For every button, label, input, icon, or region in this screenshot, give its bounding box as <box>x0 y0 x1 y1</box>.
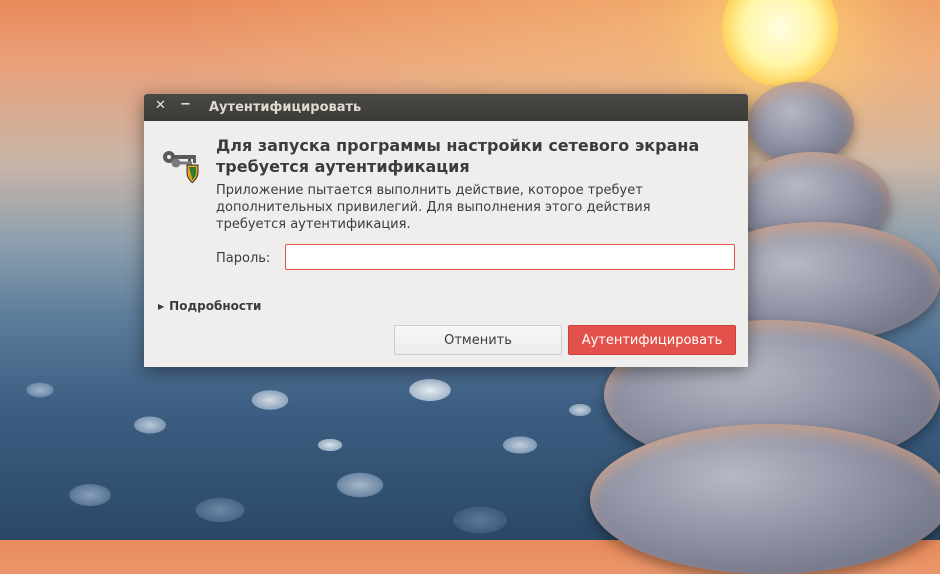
minimize-icon[interactable]: − <box>180 97 191 112</box>
stone-5 <box>590 424 940 574</box>
cancel-button[interactable]: Отменить <box>394 325 562 355</box>
dialog-message: Приложение пытается выполнить действие, … <box>216 183 651 232</box>
authenticate-button[interactable]: Аутентифицировать <box>568 325 736 355</box>
details-label: Подробности <box>169 299 262 313</box>
dialog-heading: Для запуска программы настройки сетевого… <box>216 136 700 176</box>
window-title: Аутентифицировать <box>209 100 362 115</box>
password-field[interactable] <box>285 244 735 270</box>
password-label: Пароль: <box>216 251 271 266</box>
auth-dialog: ✕ − Аутентифицировать Для запуска програ… <box>144 94 748 367</box>
close-icon[interactable]: ✕ <box>155 98 166 113</box>
keys-shield-icon <box>163 151 199 184</box>
titlebar: ✕ − Аутентифицировать <box>144 94 748 121</box>
triangle-right-icon: ▶ <box>158 302 165 311</box>
details-expander[interactable]: ▶ Подробности <box>158 299 261 313</box>
